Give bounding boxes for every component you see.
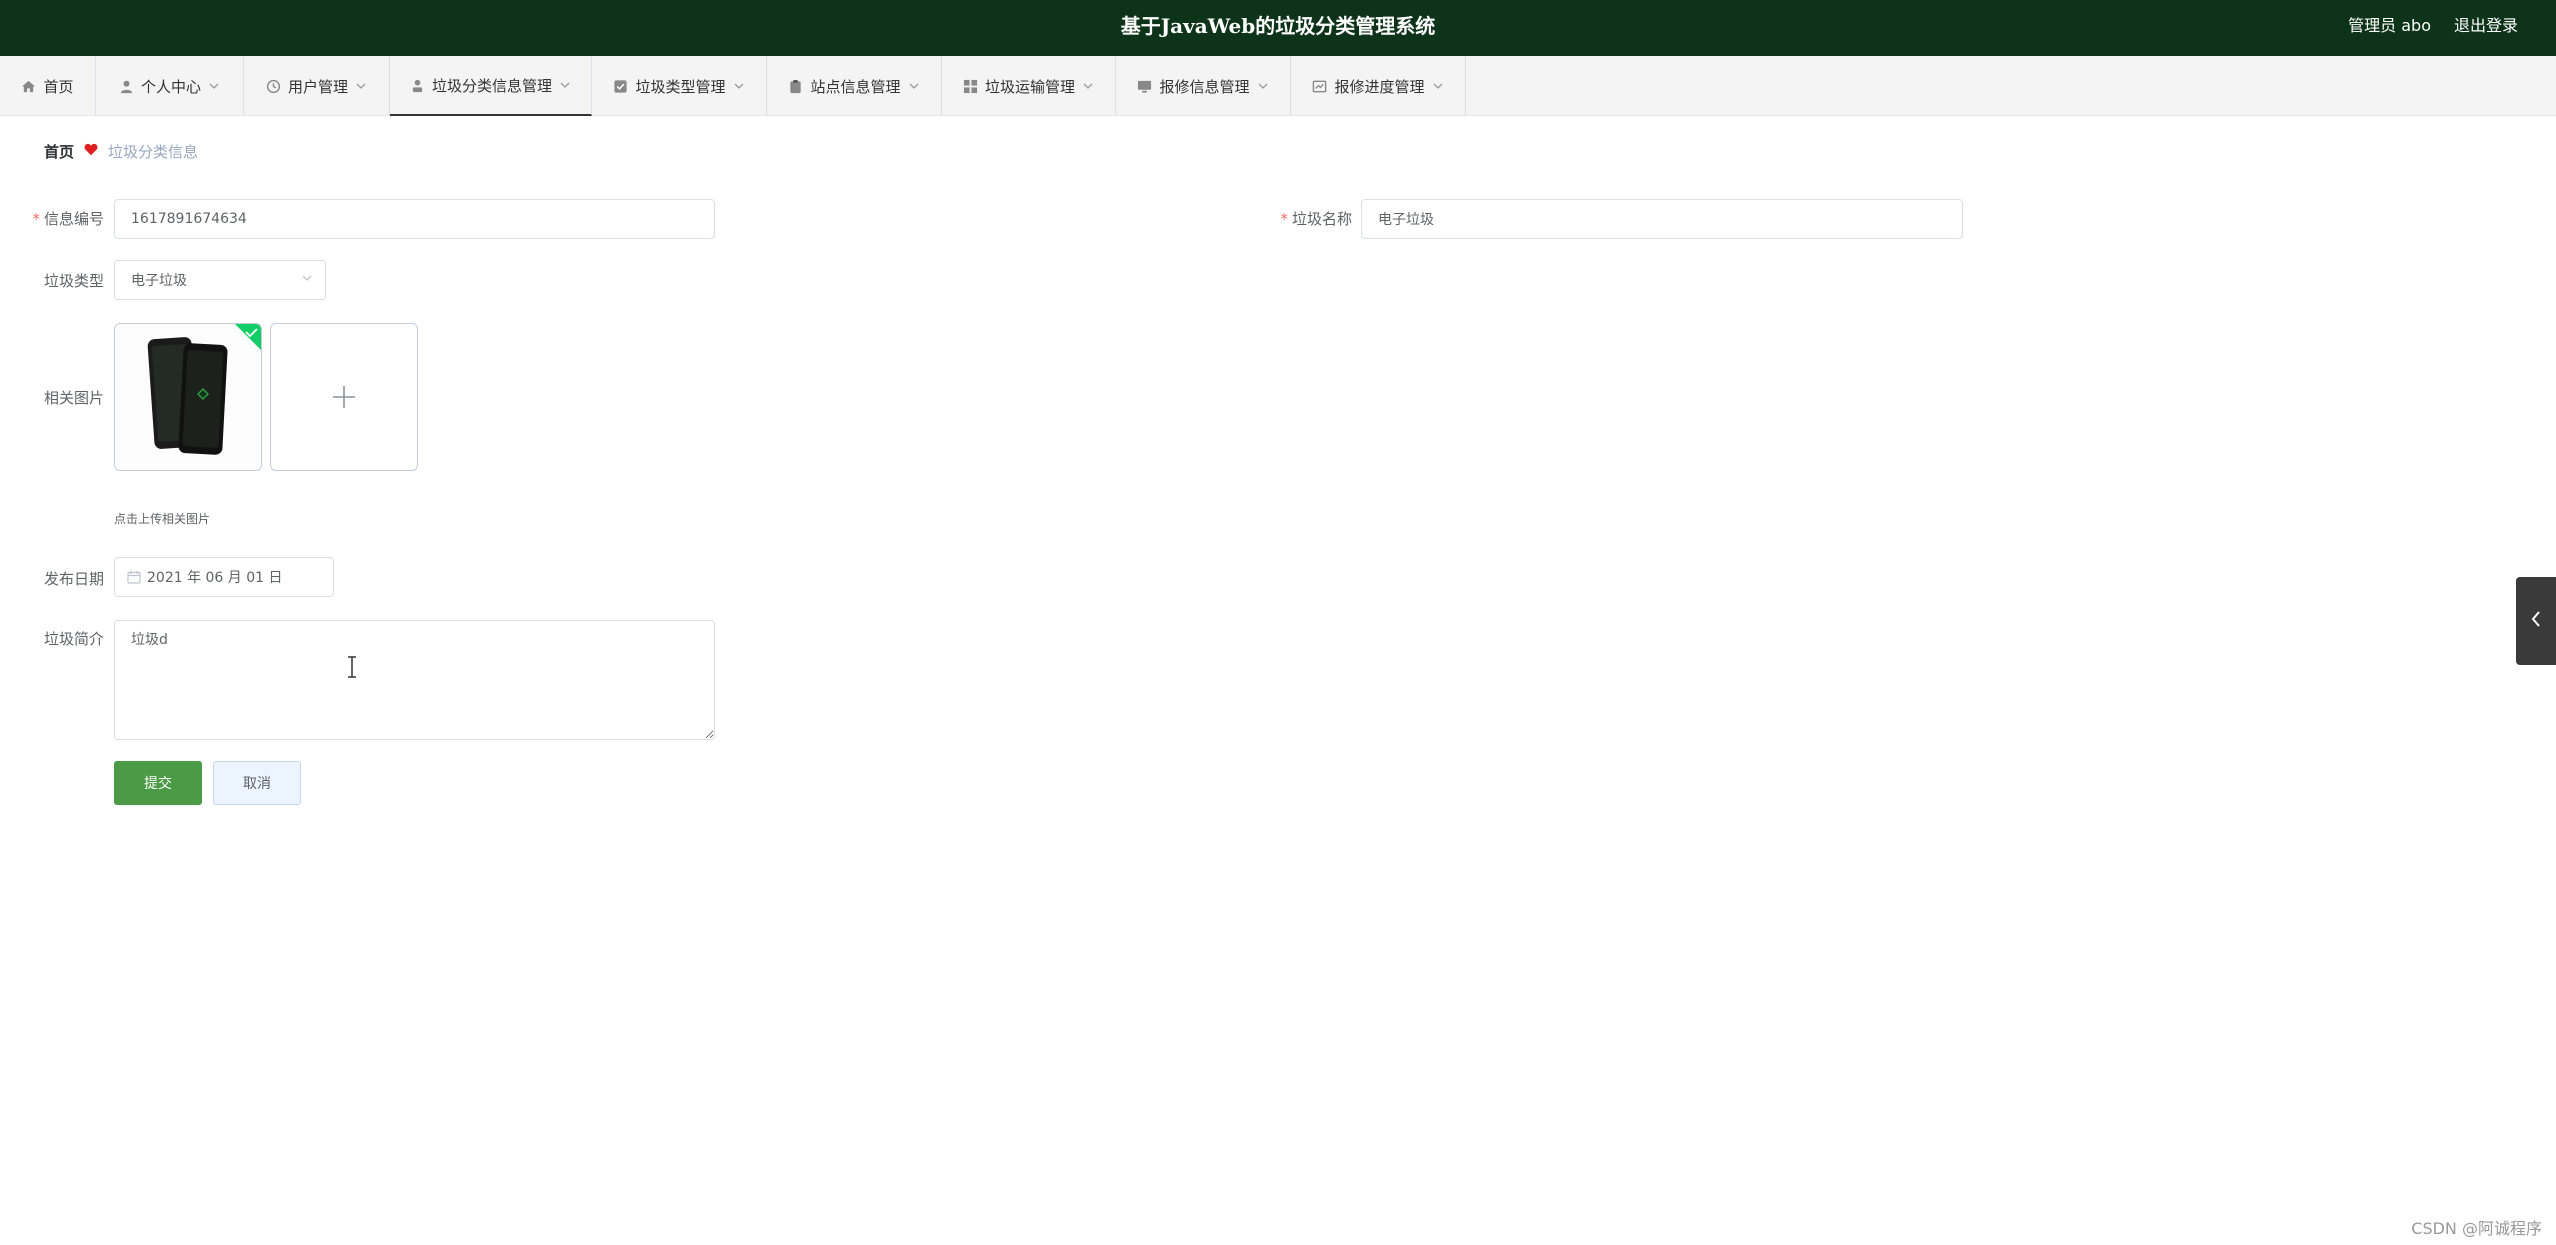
form-panel — [22, 192, 2540, 842]
top-header: 基于JavaWeb的垃圾分类管理系统 管理员 abo 退出登录 — [0, 0, 2556, 56]
monitor-icon — [1137, 79, 1152, 94]
chevron-down-icon — [1432, 80, 1444, 92]
date-picker[interactable]: 2021 年 06 月 01 日 — [114, 557, 334, 597]
required-mark: * — [32, 210, 40, 228]
chevron-down-icon — [355, 80, 367, 92]
nav-item-label: 垃圾运输管理 — [984, 77, 1075, 96]
nav-item-user-management[interactable]: 用户管理 — [244, 56, 390, 116]
name-input[interactable] — [1361, 199, 1963, 239]
nav-item-label: 垃圾类型管理 — [635, 77, 726, 96]
type-select[interactable]: 电子垃圾 — [114, 260, 326, 300]
nav-item-home[interactable]: 首页 — [0, 56, 96, 116]
home-icon — [21, 79, 36, 94]
nav-item-label: 垃圾分类信息管理 — [431, 76, 552, 95]
calendar-icon — [127, 570, 141, 584]
checkbox-icon — [613, 79, 628, 94]
chevron-down-icon — [208, 80, 220, 92]
heart-icon — [84, 143, 98, 160]
name-label: * 垃圾名称 — [1280, 210, 1352, 228]
nav-item-label: 用户管理 — [287, 77, 348, 96]
chevron-down-icon — [733, 80, 745, 92]
nav-item-garbage-type-management[interactable]: 垃圾类型管理 — [592, 56, 767, 116]
user-icon — [119, 79, 134, 94]
side-drawer-toggle[interactable] — [2516, 577, 2556, 665]
chevron-down-icon — [301, 272, 313, 288]
nav-item-label: 站点信息管理 — [810, 77, 901, 96]
clock-icon — [266, 79, 281, 94]
upload-tip: 点击上传相关图片 — [114, 512, 211, 526]
main-nav: 首页 个人中心 用户管理 垃圾分类信息管理 垃圾类型管理 站点信息管理 垃圾运输… — [0, 56, 2556, 116]
app-title: 基于JavaWeb的垃圾分类管理系统 — [1120, 14, 1436, 38]
nav-item-label: 首页 — [43, 77, 74, 96]
clipboard-icon — [788, 79, 803, 94]
nav-item-label: 报修信息管理 — [1159, 77, 1250, 96]
breadcrumb-current: 垃圾分类信息 — [108, 142, 199, 161]
nav-item-transport-management[interactable]: 垃圾运输管理 — [942, 56, 1116, 116]
required-mark: * — [1280, 210, 1288, 228]
person-icon — [410, 78, 425, 93]
chevron-down-icon — [559, 79, 571, 91]
date-label: 发布日期 — [43, 570, 104, 588]
type-select-value: 电子垃圾 — [131, 273, 187, 289]
nav-item-personal-center[interactable]: 个人中心 — [96, 56, 244, 116]
nav-item-repair-info-management[interactable]: 报修信息管理 — [1116, 56, 1291, 116]
grid-icon — [963, 79, 978, 94]
info-no-input[interactable] — [114, 199, 715, 239]
type-label: 垃圾类型 — [43, 272, 104, 290]
breadcrumb: 首页 垃圾分类信息 — [22, 127, 2540, 175]
info-no-label: * 信息编号 — [32, 210, 104, 228]
chevron-left-icon — [2529, 609, 2543, 633]
uploaded-image-card[interactable] — [114, 323, 262, 471]
chevron-down-icon — [1257, 80, 1269, 92]
logout-link[interactable]: 退出登录 — [2454, 0, 2518, 52]
nav-item-garbage-info-management[interactable]: 垃圾分类信息管理 — [390, 56, 592, 116]
cancel-button[interactable]: 取消 — [213, 761, 301, 805]
intro-label: 垃圾简介 — [43, 630, 104, 648]
date-value: 2021 年 06 月 01 日 — [147, 570, 283, 586]
intro-textarea[interactable]: 垃圾d — [114, 620, 715, 740]
watermark: CSDN @阿诚程序 — [2411, 1219, 2542, 1238]
submit-button[interactable]: 提交 — [114, 761, 202, 805]
current-user: 管理员 abo — [2348, 16, 2431, 35]
chevron-down-icon — [908, 80, 920, 92]
upload-trigger[interactable] — [270, 323, 418, 471]
nav-item-station-info-management[interactable]: 站点信息管理 — [767, 56, 942, 116]
image-label: 相关图片 — [43, 389, 104, 407]
plus-icon — [271, 324, 417, 470]
nav-item-label: 报修进度管理 — [1334, 77, 1425, 96]
chevron-down-icon — [1082, 80, 1094, 92]
chart-icon — [1312, 79, 1327, 94]
nav-item-label: 个人中心 — [140, 77, 201, 96]
breadcrumb-home[interactable]: 首页 — [44, 141, 74, 162]
phone-image — [115, 324, 261, 470]
nav-item-repair-progress-management[interactable]: 报修进度管理 — [1291, 56, 1466, 116]
text-cursor-icon — [345, 656, 359, 683]
